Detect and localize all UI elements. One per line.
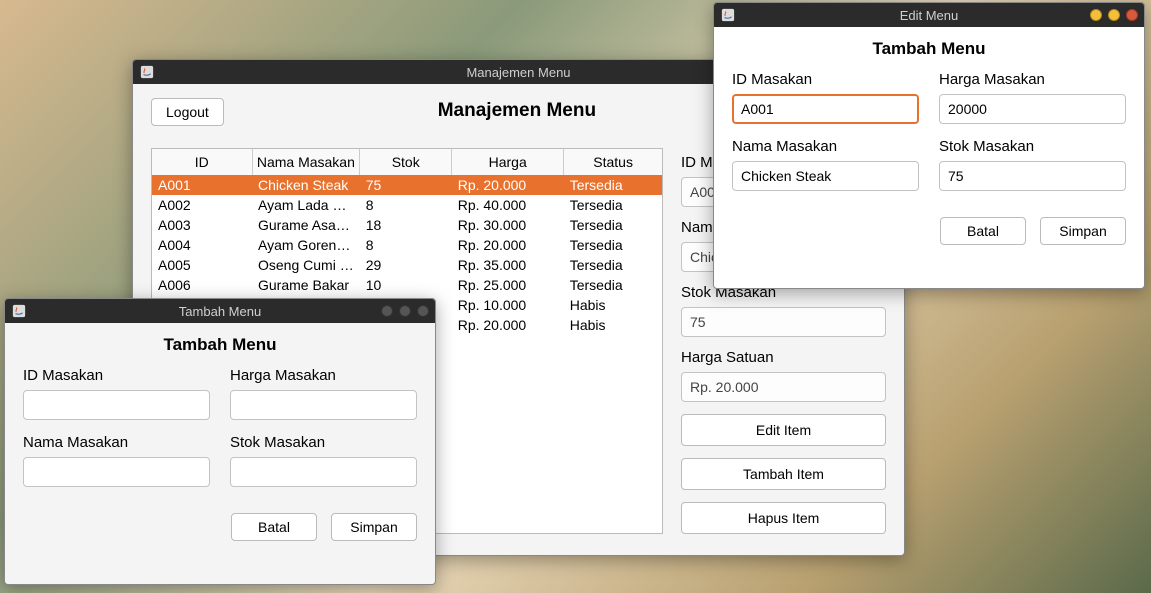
dialog-heading: Tambah Menu bbox=[732, 39, 1126, 59]
col-status[interactable]: Status bbox=[564, 149, 662, 175]
add-id-label: ID Masakan bbox=[23, 367, 210, 384]
window-title: Edit Menu bbox=[714, 8, 1144, 23]
add-id-input[interactable] bbox=[23, 390, 210, 420]
col-id[interactable]: ID bbox=[152, 149, 252, 175]
cell-status: Tersedia bbox=[564, 215, 662, 235]
cell-id: A003 bbox=[152, 215, 252, 235]
cell-harga: Rp. 35.000 bbox=[452, 255, 564, 275]
detail-stok-value: 75 bbox=[681, 307, 886, 337]
edit-stok-input[interactable] bbox=[939, 161, 1126, 191]
add-stok-input[interactable] bbox=[230, 457, 417, 487]
cell-status: Tersedia bbox=[564, 235, 662, 255]
table-row[interactable]: A006Gurame Bakar10Rp. 25.000Tersedia bbox=[152, 275, 662, 295]
add-harga-label: Harga Masakan bbox=[230, 367, 417, 384]
cell-id: A002 bbox=[152, 195, 252, 215]
add-nama-input[interactable] bbox=[23, 457, 210, 487]
add-stok-label: Stok Masakan bbox=[230, 434, 417, 451]
table-header-row: ID Nama Masakan Stok Harga Status bbox=[152, 149, 662, 175]
edit-id-label: ID Masakan bbox=[732, 71, 919, 88]
window-edit-menu: Edit Menu Tambah Menu ID Masakan Harga M… bbox=[713, 2, 1145, 289]
window-close-icon[interactable] bbox=[1126, 9, 1138, 21]
cell-status: Tersedia bbox=[564, 275, 662, 295]
cell-nama: Chicken Steak bbox=[252, 175, 360, 195]
window-maximize-icon[interactable] bbox=[1108, 9, 1120, 21]
cell-nama: Gurame Bakar bbox=[252, 275, 360, 295]
detail-harga-label: Harga Satuan bbox=[681, 349, 886, 366]
logout-button[interactable]: Logout bbox=[151, 98, 224, 126]
titlebar[interactable]: Tambah Menu bbox=[5, 299, 435, 323]
table-row[interactable]: A003Gurame Asa…18Rp. 30.000Tersedia bbox=[152, 215, 662, 235]
java-icon bbox=[720, 7, 736, 23]
hapus-item-button[interactable]: Hapus Item bbox=[681, 502, 886, 534]
edit-id-input[interactable] bbox=[732, 94, 919, 124]
cell-id: A006 bbox=[152, 275, 252, 295]
cell-id: A004 bbox=[152, 235, 252, 255]
edit-harga-input[interactable] bbox=[939, 94, 1126, 124]
edit-item-button[interactable]: Edit Item bbox=[681, 414, 886, 446]
detail-harga-value: Rp. 20.000 bbox=[681, 372, 886, 402]
cell-harga: Rp. 40.000 bbox=[452, 195, 564, 215]
dialog-heading: Tambah Menu bbox=[23, 335, 417, 355]
java-icon bbox=[11, 303, 27, 319]
edit-stok-label: Stok Masakan bbox=[939, 138, 1126, 155]
table-row[interactable]: A001Chicken Steak75Rp. 20.000Tersedia bbox=[152, 175, 662, 195]
cell-harga: Rp. 20.000 bbox=[452, 315, 564, 335]
table-row[interactable]: A002Ayam Lada …8Rp. 40.000Tersedia bbox=[152, 195, 662, 215]
col-stok[interactable]: Stok bbox=[360, 149, 452, 175]
edit-harga-label: Harga Masakan bbox=[939, 71, 1126, 88]
window-title: Tambah Menu bbox=[5, 304, 435, 319]
col-harga[interactable]: Harga bbox=[452, 149, 564, 175]
cell-status: Tersedia bbox=[564, 175, 662, 195]
cell-nama: Oseng Cumi … bbox=[252, 255, 360, 275]
cell-harga: Rp. 20.000 bbox=[452, 175, 564, 195]
simpan-button[interactable]: Simpan bbox=[1040, 217, 1126, 245]
edit-nama-input[interactable] bbox=[732, 161, 919, 191]
cell-stok: 8 bbox=[360, 235, 452, 255]
cell-stok: 18 bbox=[360, 215, 452, 235]
simpan-button[interactable]: Simpan bbox=[331, 513, 417, 541]
window-close-icon[interactable] bbox=[417, 305, 429, 317]
cell-nama: Gurame Asa… bbox=[252, 215, 360, 235]
cell-nama: Ayam Goren… bbox=[252, 235, 360, 255]
cell-stok: 75 bbox=[360, 175, 452, 195]
cell-harga: Rp. 20.000 bbox=[452, 235, 564, 255]
table-row[interactable]: A005Oseng Cumi …29Rp. 35.000Tersedia bbox=[152, 255, 662, 275]
window-maximize-icon[interactable] bbox=[399, 305, 411, 317]
cell-harga: Rp. 25.000 bbox=[452, 275, 564, 295]
cell-harga: Rp. 10.000 bbox=[452, 295, 564, 315]
table-row[interactable]: A004Ayam Goren…8Rp. 20.000Tersedia bbox=[152, 235, 662, 255]
cell-harga: Rp. 30.000 bbox=[452, 215, 564, 235]
titlebar[interactable]: Edit Menu bbox=[714, 3, 1144, 27]
cell-id: A001 bbox=[152, 175, 252, 195]
window-tambah-menu: Tambah Menu Tambah Menu ID Masakan Harga… bbox=[4, 298, 436, 585]
java-icon bbox=[139, 64, 155, 80]
add-harga-input[interactable] bbox=[230, 390, 417, 420]
cell-status: Habis bbox=[564, 315, 662, 335]
col-nama[interactable]: Nama Masakan bbox=[252, 149, 360, 175]
cell-status: Tersedia bbox=[564, 195, 662, 215]
batal-button[interactable]: Batal bbox=[231, 513, 317, 541]
batal-button[interactable]: Batal bbox=[940, 217, 1026, 245]
tambah-item-button[interactable]: Tambah Item bbox=[681, 458, 886, 490]
cell-stok: 29 bbox=[360, 255, 452, 275]
cell-nama: Ayam Lada … bbox=[252, 195, 360, 215]
window-minimize-icon[interactable] bbox=[381, 305, 393, 317]
cell-status: Habis bbox=[564, 295, 662, 315]
add-nama-label: Nama Masakan bbox=[23, 434, 210, 451]
window-minimize-icon[interactable] bbox=[1090, 9, 1102, 21]
cell-stok: 8 bbox=[360, 195, 452, 215]
cell-stok: 10 bbox=[360, 275, 452, 295]
edit-nama-label: Nama Masakan bbox=[732, 138, 919, 155]
cell-id: A005 bbox=[152, 255, 252, 275]
cell-status: Tersedia bbox=[564, 255, 662, 275]
